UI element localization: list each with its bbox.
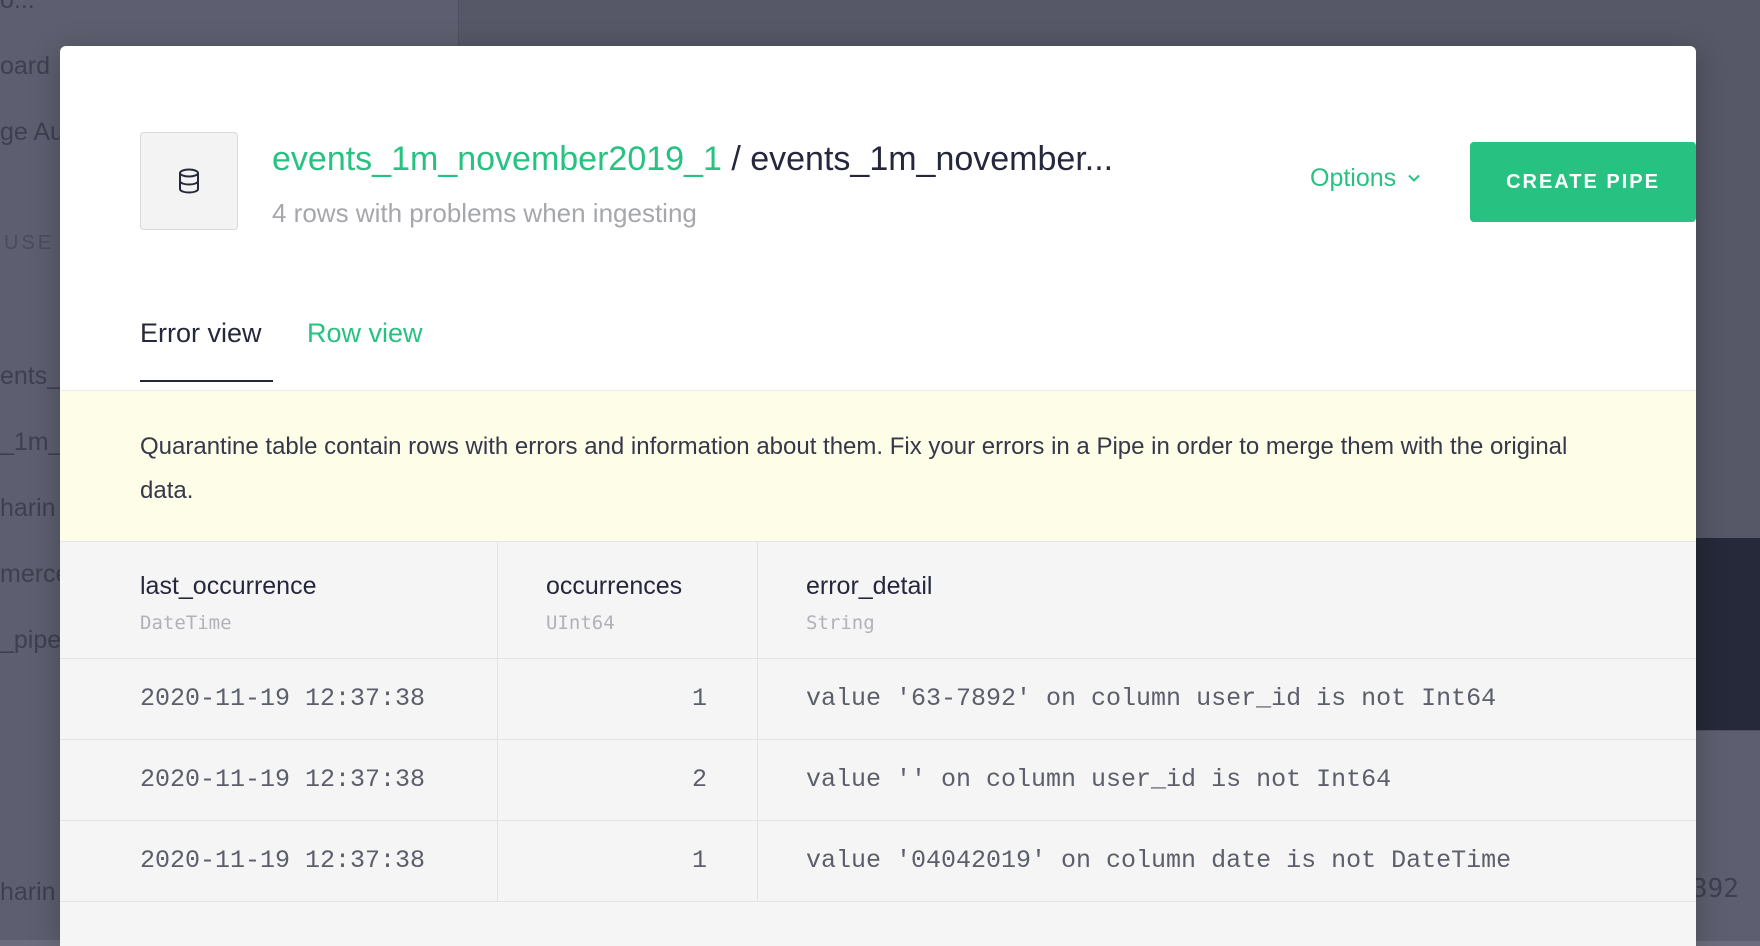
background-sidebar-text: _pipe [0,626,62,654]
background-sidebar-text: o... [0,0,35,14]
column-type: DateTime [140,612,232,634]
cell-occurrences: 2 [691,765,707,794]
view-tabs: Error view Row view [140,318,423,382]
tab-row-view[interactable]: Row view [307,318,423,382]
background-sidebar-text: USE [4,232,55,254]
cell-last-occurrence: 2020-11-19 12:37:38 [140,765,426,794]
cell-occurrences: 1 [691,846,707,875]
background-sidebar-text: _1m_ [0,428,63,456]
table-row: 2020-11-19 12:37:38 1 value '63-7892' on… [60,659,1696,740]
datasource-link[interactable]: events_1m_november2019_1 [272,140,722,178]
quarantine-title: events_1m_november... [750,140,1114,178]
column-header-error-detail[interactable]: error_detail [806,572,932,601]
title-separator: / [731,140,741,178]
page-title: events_1m_november2019_1 / events_1m_nov… [272,140,1113,179]
background-number: 392 [1692,874,1739,904]
database-icon [179,168,199,194]
table-row: 2020-11-19 12:37:38 1 value '04042019' o… [60,821,1696,902]
page-subtitle: 4 rows with problems when ingesting [272,198,697,228]
chevron-down-icon [1408,174,1420,182]
column-type: UInt64 [546,612,615,634]
quarantine-notice: Quarantine table contain rows with error… [60,390,1696,542]
cell-last-occurrence: 2020-11-19 12:37:38 [140,846,426,875]
background-sidebar-text: harin [0,494,56,522]
datasource-icon-box [140,132,238,230]
options-label: Options [1310,163,1397,192]
cell-occurrences: 1 [691,684,707,713]
create-pipe-button[interactable]: CREATE PIPE [1470,142,1696,222]
options-dropdown[interactable]: Options [1310,158,1422,198]
cell-error-detail: value '04042019' on column date is not D… [806,846,1512,875]
background-sidebar-text: harin [0,878,56,906]
background-panel [1690,538,1760,730]
table-header: last_occurrence DateTime occurrences UIn… [60,542,1696,659]
background-sidebar-text: ge Au [0,118,64,146]
table-row: 2020-11-19 12:37:38 2 value '' on column… [60,740,1696,821]
column-header-occurrences[interactable]: occurrences [546,572,682,601]
column-type: String [806,612,875,634]
tab-error-view[interactable]: Error view [140,318,273,382]
background-sidebar-text: oard [0,52,51,80]
column-header-last-occurrence[interactable]: last_occurrence [140,572,316,601]
background-panel-lower [1690,730,1760,941]
quarantine-modal: events_1m_november2019_1 / events_1m_nov… [60,46,1696,946]
background-sidebar-text: ents_ [0,362,62,390]
cell-error-detail: value '' on column user_id is not Int64 [806,765,1392,794]
modal-header: events_1m_november2019_1 / events_1m_nov… [140,132,1696,232]
cell-last-occurrence: 2020-11-19 12:37:38 [140,684,426,713]
cell-error-detail: value '63-7892' on column user_id is not… [806,684,1497,713]
errors-table: last_occurrence DateTime occurrences UIn… [60,542,1696,946]
